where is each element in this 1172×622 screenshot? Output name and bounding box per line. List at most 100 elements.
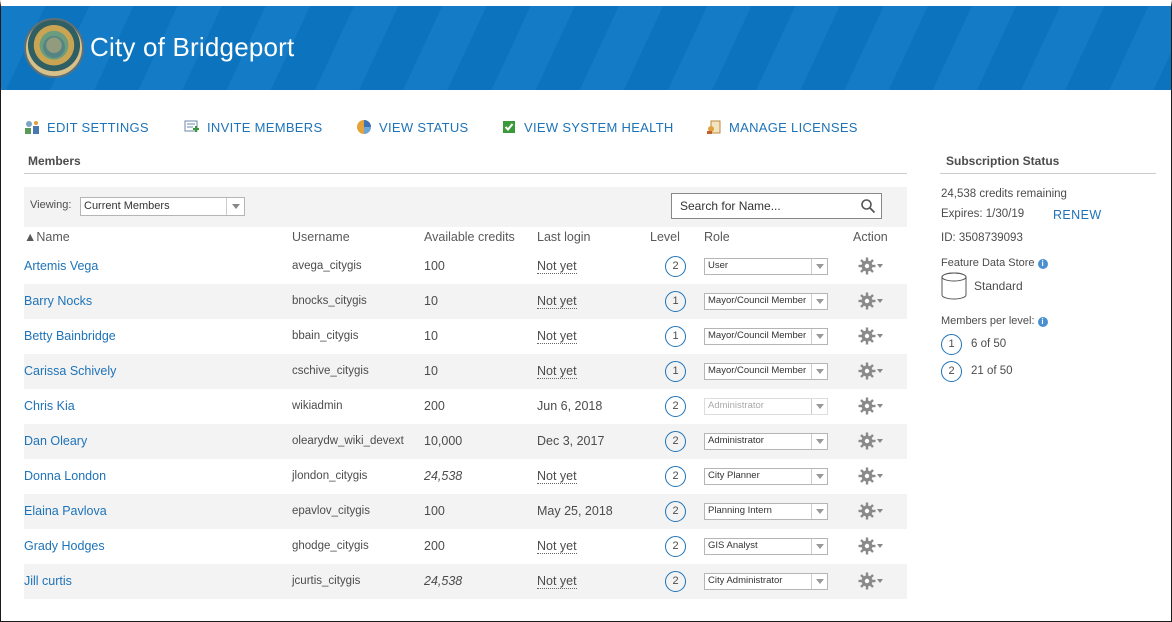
member-name-link[interactable]: Jill curtis bbox=[24, 574, 72, 588]
table-row: Elaina Pavlova epavlov_citygis 100 May 25, … bbox=[24, 494, 907, 529]
action-menu-button[interactable] bbox=[858, 397, 884, 415]
gear-icon bbox=[858, 257, 876, 275]
last-login-column-header[interactable]: Last login bbox=[537, 230, 591, 244]
level-2-badge: 2 bbox=[941, 361, 962, 382]
gear-icon bbox=[858, 467, 876, 485]
search-placeholder: Search for Name... bbox=[680, 199, 781, 213]
action-menu-button[interactable] bbox=[858, 257, 884, 275]
credits-column-header[interactable]: Available credits bbox=[424, 230, 515, 244]
member-role-select[interactable]: Mayor/Council Member bbox=[704, 293, 828, 310]
role-column-header[interactable]: Role bbox=[704, 230, 730, 244]
chevron-down-icon bbox=[877, 334, 883, 338]
gear-icon bbox=[858, 327, 876, 345]
member-name-link[interactable]: Artemis Vega bbox=[24, 259, 98, 273]
chevron-down-icon bbox=[877, 299, 883, 303]
renew-link[interactable]: RENEW bbox=[1053, 208, 1102, 222]
action-menu-button[interactable] bbox=[858, 572, 884, 590]
chevron-down-icon bbox=[226, 198, 244, 215]
member-username: bbain_citygis bbox=[292, 330, 359, 342]
view-status-button[interactable]: VIEW STATUS bbox=[356, 119, 469, 135]
action-column-header: Action bbox=[853, 230, 888, 244]
pie-chart-icon bbox=[357, 120, 371, 134]
member-level-badge: 2 bbox=[665, 396, 686, 417]
member-name-link[interactable]: Donna London bbox=[24, 469, 106, 483]
member-role-value: GIS Analyst bbox=[708, 540, 758, 551]
invite-members-button[interactable]: INVITE MEMBERS bbox=[184, 119, 322, 135]
view-system-health-label: VIEW SYSTEM HEALTH bbox=[524, 119, 674, 135]
gear-icon bbox=[858, 292, 876, 310]
feature-data-store-label: Feature Data Store i bbox=[941, 257, 1048, 269]
manage-licenses-button[interactable]: MANAGE LICENSES bbox=[706, 119, 858, 135]
member-role-value: Administrator bbox=[708, 400, 764, 411]
action-menu-button[interactable] bbox=[858, 362, 884, 380]
member-username: epavlov_citygis bbox=[292, 505, 370, 517]
viewing-select[interactable]: Current Members bbox=[80, 197, 245, 216]
chevron-down-icon bbox=[811, 399, 827, 414]
member-name-link[interactable]: Betty Bainbridge bbox=[24, 329, 116, 343]
member-role-select[interactable]: GIS Analyst bbox=[704, 538, 828, 555]
view-system-health-button[interactable]: VIEW SYSTEM HEALTH bbox=[501, 119, 674, 135]
action-menu-button[interactable] bbox=[858, 292, 884, 310]
gear-icon bbox=[858, 362, 876, 380]
member-name-link[interactable]: Barry Nocks bbox=[24, 294, 92, 308]
member-username: olearydw_wiki_devext bbox=[292, 435, 404, 447]
member-credits: 10 bbox=[424, 364, 438, 378]
member-role-select[interactable]: Administrator bbox=[704, 398, 828, 415]
search-input[interactable]: Search for Name... bbox=[671, 193, 882, 219]
edit-settings-button[interactable]: EDIT SETTINGS bbox=[24, 119, 149, 135]
member-last-login: Not yet bbox=[537, 364, 577, 379]
member-role-value: Mayor/Council Member bbox=[708, 365, 807, 376]
header-banner: City of Bridgeport bbox=[1, 6, 1171, 90]
name-column-header[interactable]: ▲Name bbox=[24, 230, 70, 244]
info-icon[interactable]: i bbox=[1037, 259, 1048, 269]
level-1-count: 6 of 50 bbox=[971, 338, 1007, 350]
chevron-down-icon bbox=[811, 364, 827, 379]
member-level-badge: 1 bbox=[665, 361, 686, 382]
table-row: Artemis Vega avega_citygis 100 Not yet 2 User bbox=[24, 249, 907, 284]
member-filter-bar: Viewing: Current Members Search for Name… bbox=[24, 187, 907, 227]
member-name-link[interactable]: Chris Kia bbox=[24, 399, 75, 413]
member-credits: 100 bbox=[424, 259, 445, 273]
edit-settings-label: EDIT SETTINGS bbox=[47, 119, 149, 135]
member-role-select[interactable]: City Administrator bbox=[704, 573, 828, 590]
chevron-down-icon bbox=[877, 474, 883, 478]
city-seal-logo bbox=[24, 18, 84, 78]
member-role-select[interactable]: City Planner bbox=[704, 468, 828, 485]
member-last-login: Not yet bbox=[537, 329, 577, 344]
member-role-select[interactable]: Mayor/Council Member bbox=[704, 363, 828, 380]
username-column-header[interactable]: Username bbox=[292, 230, 350, 244]
search-icon[interactable] bbox=[860, 198, 876, 214]
member-role-value: User bbox=[708, 260, 729, 271]
member-name-link[interactable]: Elaina Pavlova bbox=[24, 504, 107, 518]
action-menu-button[interactable] bbox=[858, 537, 884, 555]
checkmark-icon bbox=[503, 121, 515, 133]
table-row: Betty Bainbridge bbain_citygis 10 Not yet 1 M… bbox=[24, 319, 907, 354]
member-role-value: Mayor/Council Member bbox=[708, 295, 807, 306]
action-menu-button[interactable] bbox=[858, 432, 884, 450]
members-table-body: Artemis Vega avega_citygis 100 Not yet 2 User… bbox=[24, 249, 907, 599]
member-last-login: Not yet bbox=[537, 574, 577, 589]
member-credits: 10,000 bbox=[424, 434, 463, 448]
chevron-down-icon bbox=[877, 369, 883, 373]
info-icon[interactable]: i bbox=[1037, 317, 1048, 327]
member-credits: 24,538 bbox=[424, 574, 463, 588]
members-section-title: Members bbox=[28, 154, 81, 168]
member-role-select[interactable]: Mayor/Council Member bbox=[704, 328, 828, 345]
chevron-down-icon bbox=[811, 434, 827, 449]
member-role-select[interactable]: Administrator bbox=[704, 433, 828, 450]
member-name-link[interactable]: Carissa Schively bbox=[24, 364, 116, 378]
member-role-select[interactable]: Planning Intern bbox=[704, 503, 828, 520]
member-name-link[interactable]: Dan Oleary bbox=[24, 434, 87, 448]
member-role-select[interactable]: User bbox=[704, 258, 828, 275]
level-column-header[interactable]: Level bbox=[650, 230, 680, 244]
member-username: ghodge_citygis bbox=[292, 540, 369, 552]
view-status-label: VIEW STATUS bbox=[379, 119, 469, 135]
page-title: City of Bridgeport bbox=[90, 32, 295, 62]
action-menu-button[interactable] bbox=[858, 502, 884, 520]
members-per-level-text: Members per level: bbox=[941, 315, 1035, 327]
member-name-link[interactable]: Grady Hodges bbox=[24, 539, 105, 553]
member-role-value: Administrator bbox=[708, 435, 764, 446]
action-menu-button[interactable] bbox=[858, 467, 884, 485]
action-menu-button[interactable] bbox=[858, 327, 884, 345]
feature-data-store-text: Feature Data Store bbox=[941, 257, 1035, 269]
